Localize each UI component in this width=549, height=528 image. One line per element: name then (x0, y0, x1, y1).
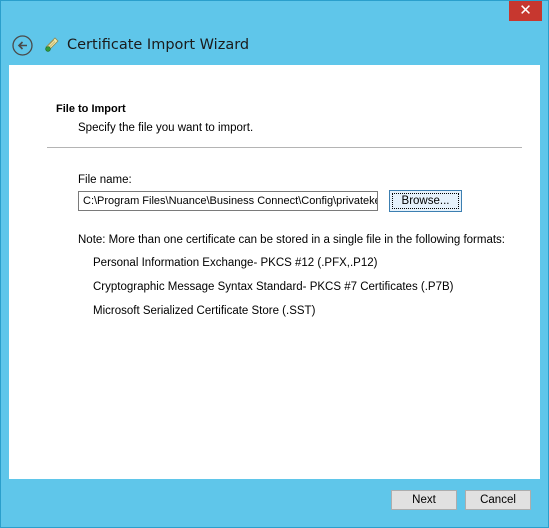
file-name-label: File name: (78, 174, 132, 186)
close-button[interactable]: ✕ (509, 1, 542, 21)
format-item: Personal Information Exchange- PKCS #12 … (93, 257, 378, 269)
wizard-window: ✕ Certificate Import Wizard File to Impo… (0, 0, 549, 528)
browse-button[interactable]: Browse... (389, 190, 462, 212)
back-arrow-icon[interactable] (12, 35, 33, 56)
certificate-icon (45, 37, 59, 52)
format-item: Cryptographic Message Syntax Standard- P… (93, 281, 454, 293)
next-button[interactable]: Next (391, 490, 457, 510)
close-icon: ✕ (519, 2, 532, 19)
wizard-header: Certificate Import Wizard (1, 25, 548, 65)
file-name-input[interactable]: C:\Program Files\Nuance\Business Connect… (78, 191, 378, 211)
wizard-content: File to Import Specify the file you want… (9, 65, 540, 479)
cancel-button[interactable]: Cancel (465, 490, 531, 510)
formats-note: Note: More than one certificate can be s… (78, 234, 506, 246)
section-title: File to Import (56, 103, 126, 115)
section-description: Specify the file you want to import. (78, 122, 254, 134)
format-item: Microsoft Serialized Certificate Store (… (93, 305, 316, 317)
window-title: Certificate Import Wizard (67, 37, 250, 53)
header-divider (47, 147, 522, 148)
